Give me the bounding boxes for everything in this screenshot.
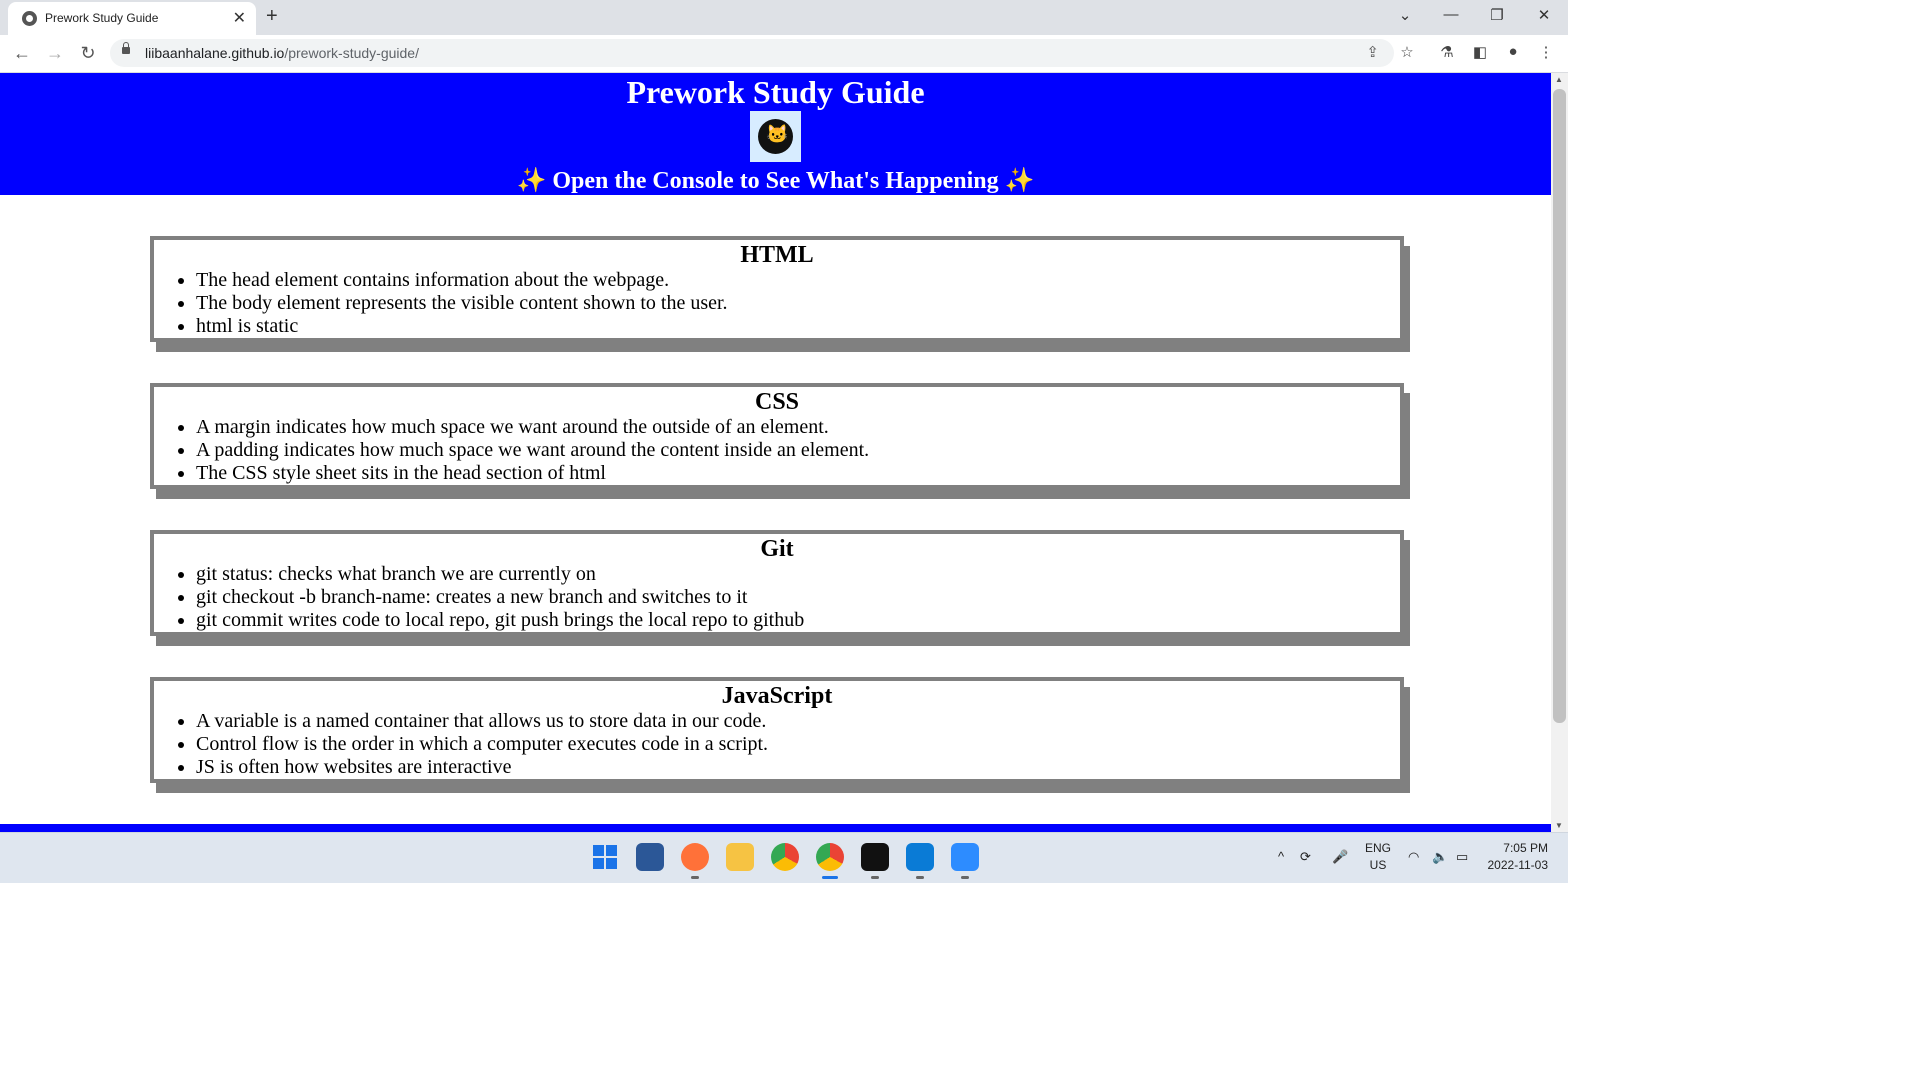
- section-list: A variable is a named container that all…: [154, 710, 1400, 779]
- list-item: A padding indicates how much space we wa…: [196, 439, 1400, 462]
- file-explorer-icon[interactable]: [726, 843, 754, 871]
- scrollbar-thumb[interactable]: [1553, 89, 1566, 723]
- side-panel-icon[interactable]: ◧: [1469, 43, 1491, 61]
- bookmark-star-icon[interactable]: ☆: [1396, 43, 1418, 61]
- tab-search-icon[interactable]: ⌄: [1390, 6, 1420, 24]
- sync-icon[interactable]: ⟳: [1300, 849, 1311, 865]
- section-list: git status: checks what branch we are cu…: [154, 563, 1400, 632]
- back-arrow-icon[interactable]: ←: [10, 43, 34, 64]
- close-window-button[interactable]: ✕: [1529, 6, 1559, 24]
- section-list: The head element contains information ab…: [154, 269, 1400, 338]
- section-heading: HTML: [740, 242, 814, 268]
- browser-toolbar: ← → ↻ liibaanhalane.github.io/prework-st…: [0, 35, 1568, 73]
- store-icon[interactable]: [636, 843, 664, 871]
- start-icon[interactable]: [591, 843, 619, 871]
- lock-icon: [122, 42, 130, 54]
- sparkles-icon: ✨: [516, 168, 547, 194]
- list-item: git status: checks what branch we are cu…: [196, 563, 1400, 586]
- share-icon[interactable]: ⇪: [1366, 43, 1379, 61]
- cat-icon: 🐱: [766, 124, 789, 144]
- list-item: git checkout -b branch-name: creates a n…: [196, 586, 1400, 609]
- section-heading: CSS: [754, 389, 800, 415]
- url-text: liibaanhalane.github.io/prework-study-gu…: [145, 45, 419, 61]
- chrome-icon[interactable]: [771, 843, 799, 871]
- browser-tab[interactable]: Prework Study Guide ✕: [8, 2, 256, 35]
- section-html: HTML The head element contains informati…: [150, 236, 1404, 342]
- forward-arrow-icon[interactable]: →: [43, 43, 67, 64]
- scroll-down-icon[interactable]: ▼: [1555, 821, 1563, 830]
- page-header: Prework Study Guide 🐱 ✨ Open the Console…: [0, 73, 1551, 195]
- list-item: A margin indicates how much space we wan…: [196, 416, 1400, 439]
- section-css: CSS A margin indicates how much space we…: [150, 383, 1404, 489]
- tab-title: Prework Study Guide: [45, 11, 159, 25]
- logo-image: 🐱: [750, 111, 801, 162]
- language-indicator[interactable]: ENG US: [1365, 840, 1391, 874]
- zoom-icon[interactable]: [951, 843, 979, 879]
- list-item: The CSS style sheet sits in the head sec…: [196, 462, 1400, 485]
- reload-icon[interactable]: ↻: [76, 43, 100, 64]
- minimize-button[interactable]: —: [1436, 6, 1466, 23]
- microphone-icon[interactable]: 🎤: [1332, 849, 1348, 865]
- profile-avatar-icon[interactable]: ●: [1502, 43, 1524, 60]
- section-git: Git git status: checks what branch we ar…: [150, 530, 1404, 636]
- console-subtitle: ✨ Open the Console to See What's Happeni…: [0, 166, 1551, 195]
- terminal-icon[interactable]: [861, 843, 889, 879]
- extensions-icon[interactable]: ⚗: [1436, 43, 1458, 61]
- list-item: The head element contains information ab…: [196, 269, 1400, 292]
- scroll-up-icon[interactable]: ▲: [1555, 75, 1563, 84]
- list-item: The body element represents the visible …: [196, 292, 1400, 315]
- tab-strip: Prework Study Guide ✕ + ⌄ — ❐ ✕: [0, 0, 1568, 35]
- section-heading: Git: [760, 536, 794, 562]
- vscode-icon[interactable]: [906, 843, 934, 879]
- vertical-scrollbar[interactable]: ▲ ▼: [1551, 73, 1568, 832]
- list-item: JS is often how websites are interactive: [196, 756, 1400, 779]
- menu-kebab-icon[interactable]: ⋮: [1535, 43, 1557, 61]
- firefox-icon[interactable]: [681, 843, 709, 879]
- battery-icon[interactable]: ▭: [1456, 849, 1468, 865]
- list-item: A variable is a named container that all…: [196, 710, 1400, 733]
- list-item: html is static: [196, 315, 1400, 338]
- page-viewport: Prework Study Guide 🐱 ✨ Open the Console…: [0, 73, 1551, 832]
- chrome-dev-icon[interactable]: [816, 843, 844, 879]
- new-tab-button[interactable]: +: [266, 5, 278, 28]
- volume-icon[interactable]: 🔈: [1432, 849, 1448, 865]
- chevron-up-icon[interactable]: ^: [1278, 849, 1284, 864]
- sparkles-icon: ✨: [1004, 168, 1035, 194]
- subtitle-text: Open the Console to See What's Happening: [552, 168, 999, 194]
- globe-icon: [22, 11, 37, 26]
- page-footer: [0, 824, 1551, 832]
- page-title: Prework Study Guide: [626, 74, 925, 110]
- windows-taskbar: ^ ⟳ 🎤 ENG US ◠ 🔈 ▭ 7:05 PM 2022-11-03: [0, 832, 1568, 883]
- section-javascript: JavaScript A variable is a named contain…: [150, 677, 1404, 783]
- system-clock[interactable]: 7:05 PM 2022-11-03: [1488, 840, 1549, 874]
- address-bar[interactable]: liibaanhalane.github.io/prework-study-gu…: [110, 39, 1394, 67]
- list-item: git commit writes code to local repo, gi…: [196, 609, 1400, 632]
- wifi-icon[interactable]: ◠: [1408, 849, 1419, 865]
- section-list: A margin indicates how much space we wan…: [154, 416, 1400, 485]
- section-heading: JavaScript: [721, 683, 833, 709]
- close-tab-icon[interactable]: ✕: [233, 8, 246, 28]
- list-item: Control flow is the order in which a com…: [196, 733, 1400, 756]
- restore-button[interactable]: ❐: [1482, 6, 1512, 24]
